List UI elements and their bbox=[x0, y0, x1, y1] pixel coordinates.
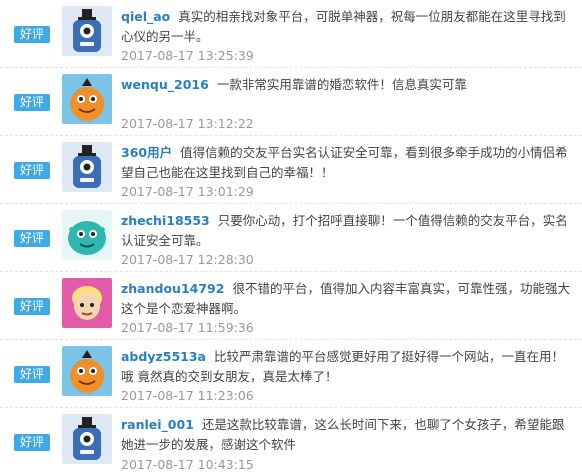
review-item-3: 好评 360用户 值得信赖的交友平台实名认证安全可靠，看到很多牵手成功的小情侣希望… bbox=[0, 136, 582, 204]
avatar[interactable] bbox=[62, 278, 112, 328]
review-item-6: 好评 abdyz5513a 比较严肃靠谱的平台感觉更好用了挺好得一个网站，一直在用… bbox=[0, 340, 582, 408]
good-review-badge: 好评 bbox=[14, 94, 50, 111]
review-time: 2017-08-17 12:28:30 bbox=[121, 252, 254, 267]
review-time: 2017-08-17 13:12:22 bbox=[121, 116, 254, 131]
pink-girl-icon bbox=[62, 278, 112, 328]
review-username[interactable]: zhechi18553 bbox=[121, 213, 210, 228]
review-content: ranlei_001 还是这款比较靠谱，这么长时间下来，也聊了个女孩子，希望能跟她… bbox=[121, 415, 576, 455]
review-username[interactable]: qiel_ao bbox=[121, 9, 170, 24]
orange-monster-icon bbox=[62, 74, 112, 124]
review-username[interactable]: abdyz5513a bbox=[121, 349, 206, 364]
review-username[interactable]: zhandou14792 bbox=[121, 281, 224, 296]
review-item-4: 好评 zhechi18553 只要你心动，打个招呼直接聊！一个值得信赖的交友平台，… bbox=[0, 204, 582, 272]
orange-monster-icon bbox=[62, 346, 112, 396]
blue-robot-icon bbox=[62, 142, 112, 192]
avatar[interactable] bbox=[62, 414, 112, 464]
review-content: abdyz5513a 比较严肃靠谱的平台感觉更好用了挺好得一个网站，一直在用！哦 … bbox=[121, 347, 576, 387]
good-review-badge: 好评 bbox=[14, 434, 50, 451]
good-review-badge: 好评 bbox=[14, 26, 50, 43]
avatar[interactable] bbox=[62, 346, 112, 396]
review-item-5: 好评 zhandou14792 很不错的平台，值得加入内容丰富真实，可靠性强，功能… bbox=[0, 272, 582, 340]
review-time: 2017-08-17 13:25:39 bbox=[121, 48, 254, 63]
review-text: 值得信赖的交友平台实名认证安全可靠，看到很多牵手成功的小情侣希望自己也能在这里找… bbox=[121, 145, 568, 180]
review-time: 2017-08-17 10:43:15 bbox=[121, 457, 254, 472]
review-content: zhandou14792 很不错的平台，值得加入内容丰富真实，可靠性强，功能强大这… bbox=[121, 279, 576, 319]
blue-robot-icon bbox=[62, 414, 112, 464]
review-time: 2017-08-17 11:59:36 bbox=[121, 320, 254, 335]
good-review-badge: 好评 bbox=[14, 366, 50, 383]
review-username[interactable]: 360用户 bbox=[121, 145, 172, 160]
avatar[interactable] bbox=[62, 142, 112, 192]
review-content: 360用户 值得信赖的交友平台实名认证安全可靠，看到很多牵手成功的小情侣希望自己也… bbox=[121, 143, 576, 183]
good-review-badge: 好评 bbox=[14, 230, 50, 247]
review-content: qiel_ao 真实的相亲找对象平台，可脱单神器，祝每一位朋友都能在这里寻找到心仪… bbox=[121, 7, 576, 47]
review-text: 一款非常实用靠谱的婚恋软件！信息真实可靠 bbox=[216, 77, 467, 92]
good-review-badge: 好评 bbox=[14, 298, 50, 315]
avatar[interactable] bbox=[62, 74, 112, 124]
review-username[interactable]: ranlei_001 bbox=[121, 417, 194, 432]
review-time: 2017-08-17 13:01:29 bbox=[121, 184, 254, 199]
review-item-7: 好评 ranlei_001 还是这款比较靠谱，这么长时间下来，也聊了个女孩子，希望… bbox=[0, 408, 582, 476]
blue-robot-icon bbox=[62, 6, 112, 56]
review-content: zhechi18553 只要你心动，打个招呼直接聊！一个值得信赖的交友平台，实名认… bbox=[121, 211, 576, 251]
review-content: wenqu_2016 一款非常实用靠谱的婚恋软件！信息真实可靠 bbox=[121, 75, 576, 95]
review-text: 真实的相亲找对象平台，可脱单神器，祝每一位朋友都能在这里寻找到心仪的另一半。 bbox=[121, 9, 566, 44]
review-item-1: 好评 qiel_ao 真实的相亲找对象平台，可脱单神器，祝每一位朋友都能在这里寻找… bbox=[0, 0, 582, 68]
review-username[interactable]: wenqu_2016 bbox=[121, 77, 209, 92]
review-time: 2017-08-17 11:23:06 bbox=[121, 388, 254, 403]
good-review-badge: 好评 bbox=[14, 162, 50, 179]
avatar[interactable] bbox=[62, 6, 112, 56]
avatar[interactable] bbox=[62, 210, 112, 260]
review-item-2: 好评 wenqu_2016 一款非常实用靠谱的婚恋软件！信息真实可靠 2017-0… bbox=[0, 68, 582, 136]
review-list: 好评 qiel_ao 真实的相亲找对象平台，可脱单神器，祝每一位朋友都能在这里寻找… bbox=[0, 0, 582, 476]
teal-monster-icon bbox=[62, 210, 112, 260]
